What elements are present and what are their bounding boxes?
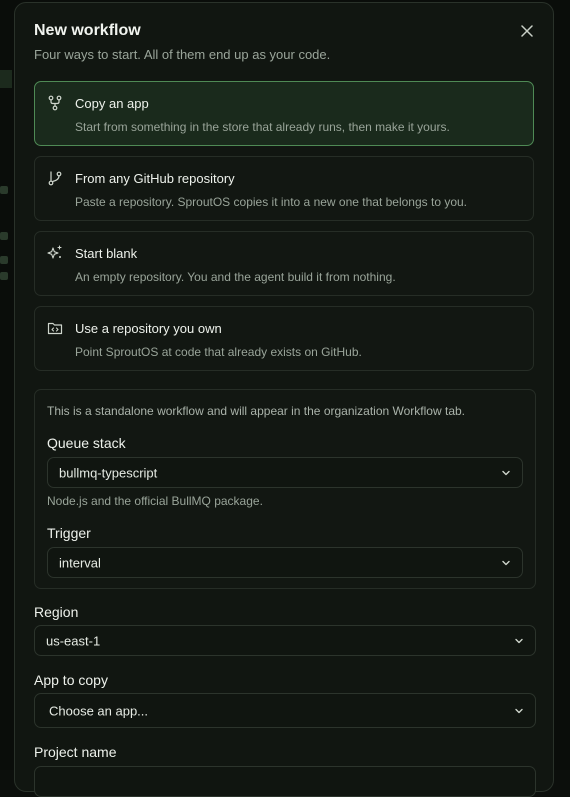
region-select[interactable]: us-east-1 [34,625,536,656]
chevron-down-icon [502,560,510,565]
background-marker [0,272,8,280]
chevron-down-icon [502,470,510,475]
workflow-settings-panel: This is a standalone workflow and will a… [34,389,536,589]
queue-stack-hint: Node.js and the official BullMQ package. [47,494,263,508]
sparkles-icon [47,245,62,259]
background-highlight [0,70,12,88]
dialog-title: New workflow [34,22,141,39]
option-description: Paste a repository. SproutOS copies it i… [75,195,468,209]
close-icon [521,25,533,37]
option-title: Copy an app [75,96,149,111]
close-button[interactable] [517,21,537,41]
dialog-subtitle: Four ways to start. All of them end up a… [34,47,331,62]
new-workflow-dialog: New workflow Four ways to start. All of … [14,2,554,797]
option-description: An empty repository. You and the agent b… [75,270,396,284]
app-to-copy-label: App to copy [34,672,108,688]
trigger-label: Trigger [47,525,91,541]
queue-stack-value: bullmq-typescript [59,465,158,480]
option-start-blank[interactable]: Start blank An empty repository. You and… [34,231,534,296]
option-copy-app[interactable]: Copy an app Start from something in the … [34,81,534,146]
region-label: Region [34,604,79,620]
queue-stack-label: Queue stack [47,435,126,451]
background-marker [0,232,8,240]
chevron-down-icon [515,708,523,713]
queue-stack-select[interactable]: bullmq-typescript [47,457,523,488]
option-own-repository[interactable]: Use a repository you own Point SproutOS … [34,306,534,371]
option-title: Start blank [75,246,138,261]
background-marker [0,256,8,264]
option-description: Point SproutOS at code that already exis… [75,345,362,359]
trigger-value: interval [59,555,101,570]
option-title: Use a repository you own [75,321,222,336]
trigger-select[interactable]: interval [47,547,523,578]
git-branch-icon [48,171,62,186]
project-name-label: Project name [34,744,117,760]
app-to-copy-select[interactable]: Choose an app... [34,693,536,728]
background-marker [0,186,8,194]
app-to-copy-value: Choose an app... [49,703,149,718]
option-github-repository[interactable]: From any GitHub repository Paste a repos… [34,156,534,221]
option-title: From any GitHub repository [75,171,235,186]
chevron-down-icon [515,638,523,643]
standalone-workflow-note: This is a standalone workflow and will a… [47,404,465,418]
option-description: Start from something in the store that a… [75,120,450,134]
project-name-input[interactable] [34,766,536,797]
region-value: us-east-1 [46,633,101,648]
fork-icon [48,95,62,111]
folder-code-icon [47,322,63,335]
